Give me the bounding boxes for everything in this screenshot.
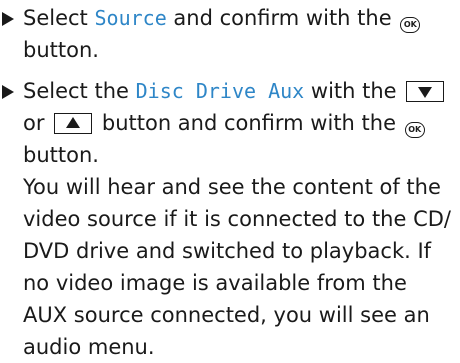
instruction-step-2: Select the Disc Drive Aux with the or bu… xyxy=(0,75,454,363)
instruction-page: Select Source and confirm with the OK bu… xyxy=(0,0,460,359)
step-1-mid: and confirm with the xyxy=(173,6,392,30)
step-2-paragraph: You will hear and see the content of the… xyxy=(23,175,451,359)
ok-button-icon: OK xyxy=(404,122,425,138)
arrow-up-button-icon xyxy=(54,113,93,134)
step-2-or: or xyxy=(23,111,45,135)
bullet-triangle-icon xyxy=(2,12,14,26)
source-keyword: Source xyxy=(94,6,167,30)
step-2-text: Select the Disc Drive Aux with the or bu… xyxy=(23,75,454,363)
disc-drive-aux-keyword: Disc Drive Aux xyxy=(135,79,305,103)
arrow-down-icon xyxy=(418,87,433,98)
step-2-confirm: button and confirm with the xyxy=(101,111,397,135)
bullet-triangle-icon xyxy=(2,85,14,99)
step-1-text: Select Source and confirm with the OK bu… xyxy=(23,2,454,66)
ok-button-icon: OK xyxy=(400,17,421,33)
arrow-up-icon xyxy=(66,117,81,128)
step-2-with-the: with the xyxy=(310,79,397,103)
step-1-prefix: Select xyxy=(23,6,88,30)
step-2-suffix: button. xyxy=(23,143,99,167)
step-2-prefix: Select the xyxy=(23,79,129,103)
step-1-suffix: button. xyxy=(23,38,99,62)
arrow-down-button-icon xyxy=(406,81,445,102)
instruction-step-1: Select Source and confirm with the OK bu… xyxy=(0,2,454,66)
